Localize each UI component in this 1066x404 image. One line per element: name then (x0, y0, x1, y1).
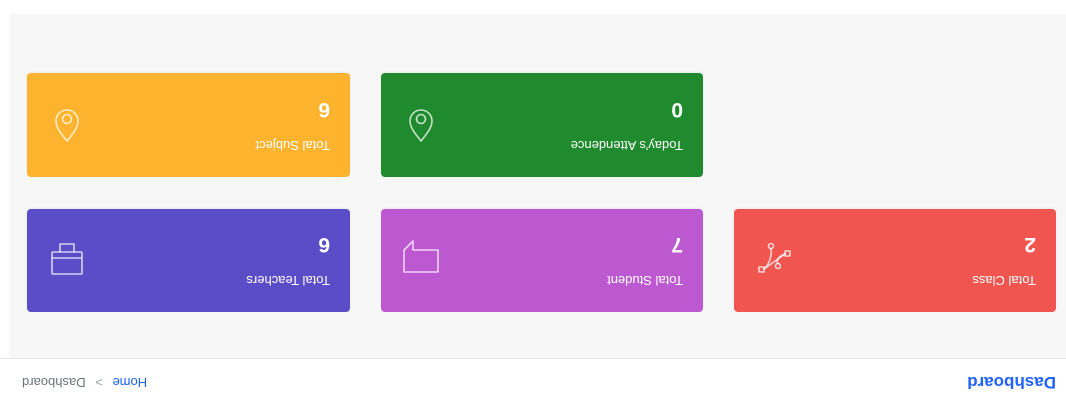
dashboard-content: Total Class 2 Total Student 7 Total Teac… (10, 14, 1066, 358)
card-label: Total Class (972, 273, 1036, 288)
chat-bubble-icon (401, 238, 441, 278)
page-header: Dashboard Home > Dashboard (0, 358, 1066, 404)
drop-icon (401, 103, 441, 143)
breadcrumb: Home > Dashboard (22, 375, 147, 390)
monitor-icon (47, 238, 87, 278)
total-subject-card[interactable]: Total Subject 6 (27, 73, 350, 177)
total-class-card[interactable]: Total Class 2 (734, 209, 1056, 312)
card-value: 6 (318, 233, 330, 256)
breadcrumb-home-link[interactable]: Home (112, 375, 147, 390)
card-value: 2 (1024, 233, 1036, 256)
vector-bezier-icon (754, 238, 794, 278)
card-value: 7 (671, 233, 683, 256)
viewport: Dashboard Home > Dashboard Total Class 2 (0, 0, 1066, 404)
total-teachers-card[interactable]: Total Teachers 6 (27, 209, 350, 312)
breadcrumb-separator: > (95, 375, 103, 390)
breadcrumb-current: Dashboard (22, 375, 86, 390)
page-title: Dashboard (967, 373, 1056, 392)
card-label: Total Teachers (246, 273, 330, 288)
todays-attendance-card[interactable]: Today's Attendence 0 (381, 73, 703, 177)
drop-icon (47, 103, 87, 143)
card-value: 6 (318, 98, 330, 121)
card-label: Today's Attendence (570, 138, 683, 153)
card-label: Total Subject (255, 138, 330, 153)
total-student-card[interactable]: Total Student 7 (381, 209, 703, 312)
card-value: 0 (671, 98, 683, 121)
card-label: Total Student (607, 273, 683, 288)
